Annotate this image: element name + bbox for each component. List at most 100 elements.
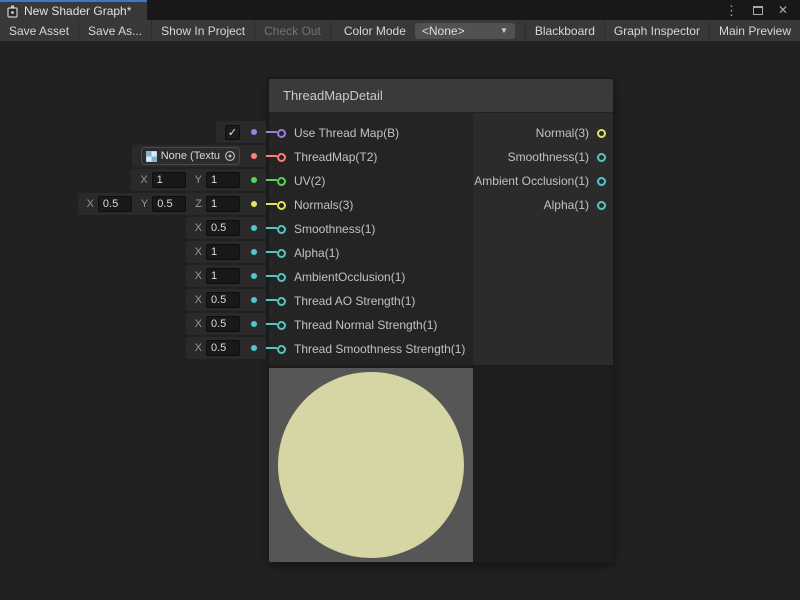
output-port-float-icon[interactable]	[597, 201, 606, 210]
maximize-icon[interactable]	[753, 6, 763, 15]
number-input-z[interactable]: 1	[206, 196, 240, 212]
input-row-thread-ao-strength-1: Thread AO Strength(1)	[269, 289, 473, 313]
color-mode-label: Color Mode	[338, 24, 415, 38]
input-port-vector3-icon[interactable]	[277, 201, 286, 210]
number-input-x[interactable]: 0.5	[206, 220, 240, 236]
axis-label-x: X	[140, 174, 147, 186]
input-control-strip: X 0.5	[186, 289, 266, 311]
input-control-row-thread-smoothness-strength-1: X 0.5	[186, 337, 277, 359]
port-connector-dot	[251, 249, 257, 255]
node-preview	[269, 365, 613, 562]
number-input-x[interactable]: 0.5	[206, 292, 240, 308]
output-row-alpha-1: Alpha(1)	[473, 193, 613, 217]
axis-label-x: X	[195, 318, 202, 330]
color-mode-dropdown[interactable]: <None> ▼	[415, 23, 515, 39]
number-input-y[interactable]: 0.5	[152, 196, 186, 212]
input-port-label: Thread Normal Strength(1)	[294, 318, 437, 332]
object-picker-icon[interactable]	[224, 150, 236, 162]
input-port-float-icon[interactable]	[277, 321, 286, 330]
input-port-texture2d-icon[interactable]	[277, 153, 286, 162]
kebab-menu-icon[interactable]: ⋮	[725, 4, 738, 17]
input-control-strip: X1Y1	[131, 169, 266, 191]
input-port-float-icon[interactable]	[277, 345, 286, 354]
save-asset-button[interactable]: Save Asset	[0, 20, 79, 41]
number-input-x[interactable]: 0.5	[206, 340, 240, 356]
preview-filler	[473, 368, 613, 562]
node-input-column: Use Thread Map(B)ThreadMap(T2)UV(2)Norma…	[269, 113, 473, 365]
blackboard-button[interactable]: Blackboard	[525, 20, 604, 41]
port-connector-wire	[266, 203, 277, 205]
input-port-float-icon[interactable]	[277, 273, 286, 282]
input-port-label: Use Thread Map(B)	[294, 126, 399, 140]
main-preview-button[interactable]: Main Preview	[709, 20, 800, 41]
number-input-x[interactable]: 1	[206, 268, 240, 284]
port-connector-dot	[251, 225, 257, 231]
number-input-x[interactable]: 0.5	[98, 196, 132, 212]
node-title: ThreadMapDetail	[283, 88, 383, 103]
port-connector-dot	[251, 129, 257, 135]
number-input-x[interactable]: 1	[206, 244, 240, 260]
input-port-vector2-icon[interactable]	[277, 177, 286, 186]
output-port-float-icon[interactable]	[597, 153, 606, 162]
input-control-strip: X0.5	[186, 217, 266, 239]
port-connector-wire	[266, 131, 277, 133]
input-row-threadmap-t2: ThreadMap(T2)	[269, 145, 473, 169]
port-connector-wire	[266, 299, 277, 301]
node-output-column: Normal(3) Smoothness(1)Ambient Occlusion(…	[473, 113, 613, 365]
axis-label-x: X	[195, 294, 202, 306]
close-icon[interactable]: ✕	[778, 4, 788, 16]
save-as-button[interactable]: Save As...	[79, 20, 152, 41]
output-row-ambient-occlusion-1: Ambient Occlusion(1)	[473, 169, 613, 193]
chevron-down-icon: ▼	[500, 26, 508, 35]
input-port-boolean-icon[interactable]	[277, 129, 286, 138]
graph-inspector-button[interactable]: Graph Inspector	[604, 20, 709, 41]
input-control-strip: X 0.5	[186, 337, 266, 359]
output-port-label: Normal(3)	[536, 126, 589, 140]
tab-title: New Shader Graph*	[24, 4, 131, 18]
input-row-alpha-1: Alpha(1)	[269, 241, 473, 265]
graph-canvas[interactable]: ThreadMapDetail Use Thread Map(B) ThreadM…	[0, 42, 800, 599]
input-port-float-icon[interactable]	[277, 225, 286, 234]
input-port-float-icon[interactable]	[277, 297, 286, 306]
texture-thumbnail-icon	[146, 151, 157, 162]
output-row-smoothness-1: Smoothness(1)	[473, 145, 613, 169]
output-row-normal-3: Normal(3)	[473, 121, 613, 145]
input-control-strip: X 0.5	[186, 313, 266, 335]
input-port-float-icon[interactable]	[277, 249, 286, 258]
number-input-x[interactable]: 0.5	[206, 316, 240, 332]
number-input-y[interactable]: 1	[206, 172, 240, 188]
port-connector-dot	[251, 201, 257, 207]
input-row-ambientocclusion-1: AmbientOcclusion(1)	[269, 265, 473, 289]
port-connector-wire	[266, 179, 277, 181]
checkbox-use-thread-map-b[interactable]: ✓	[225, 125, 240, 140]
preview-viewport	[269, 368, 473, 562]
output-port-vector3-icon[interactable]	[597, 129, 606, 138]
color-mode-group: Color Mode <None> ▼	[338, 20, 525, 41]
node-title-bar[interactable]: ThreadMapDetail	[269, 79, 613, 113]
input-control-row-alpha-1: X1	[186, 241, 277, 263]
texture-object-field[interactable]: None (Textu	[141, 147, 240, 165]
axis-label-x: X	[195, 342, 202, 354]
input-control-strip: X0.5Y0.5Z1	[78, 193, 266, 215]
input-control-row-uv-2: X1Y1	[131, 169, 277, 191]
output-port-float-icon[interactable]	[597, 177, 606, 186]
show-in-project-button[interactable]: Show In Project	[152, 20, 255, 41]
shader-graph-asset-icon	[6, 5, 19, 18]
input-control-strip: None (Textu	[132, 145, 266, 167]
texture-object-value: None (Textu	[161, 150, 220, 162]
port-connector-dot	[251, 345, 257, 351]
window-controls: ⋮ ✕	[725, 0, 800, 20]
output-port-label: Alpha(1)	[544, 198, 589, 212]
preview-sphere	[278, 372, 464, 558]
input-row-normals-3: Normals(3)	[269, 193, 473, 217]
input-port-label: Smoothness(1)	[294, 222, 375, 236]
tab-new-shader-graph[interactable]: New Shader Graph*	[0, 0, 147, 20]
axis-label-z: Z	[195, 198, 202, 210]
port-connector-wire	[266, 275, 277, 277]
input-control-row-threadmap-t2: None (Textu	[132, 145, 277, 167]
port-connector-dot	[251, 177, 257, 183]
input-row-thread-smoothness-strength-1: Thread Smoothness Strength(1)	[269, 337, 473, 361]
node-threadmapdetail[interactable]: ThreadMapDetail Use Thread Map(B) ThreadM…	[268, 78, 614, 563]
number-input-x[interactable]: 1	[152, 172, 186, 188]
input-control-row-thread-normal-strength-1: X 0.5	[186, 313, 277, 335]
